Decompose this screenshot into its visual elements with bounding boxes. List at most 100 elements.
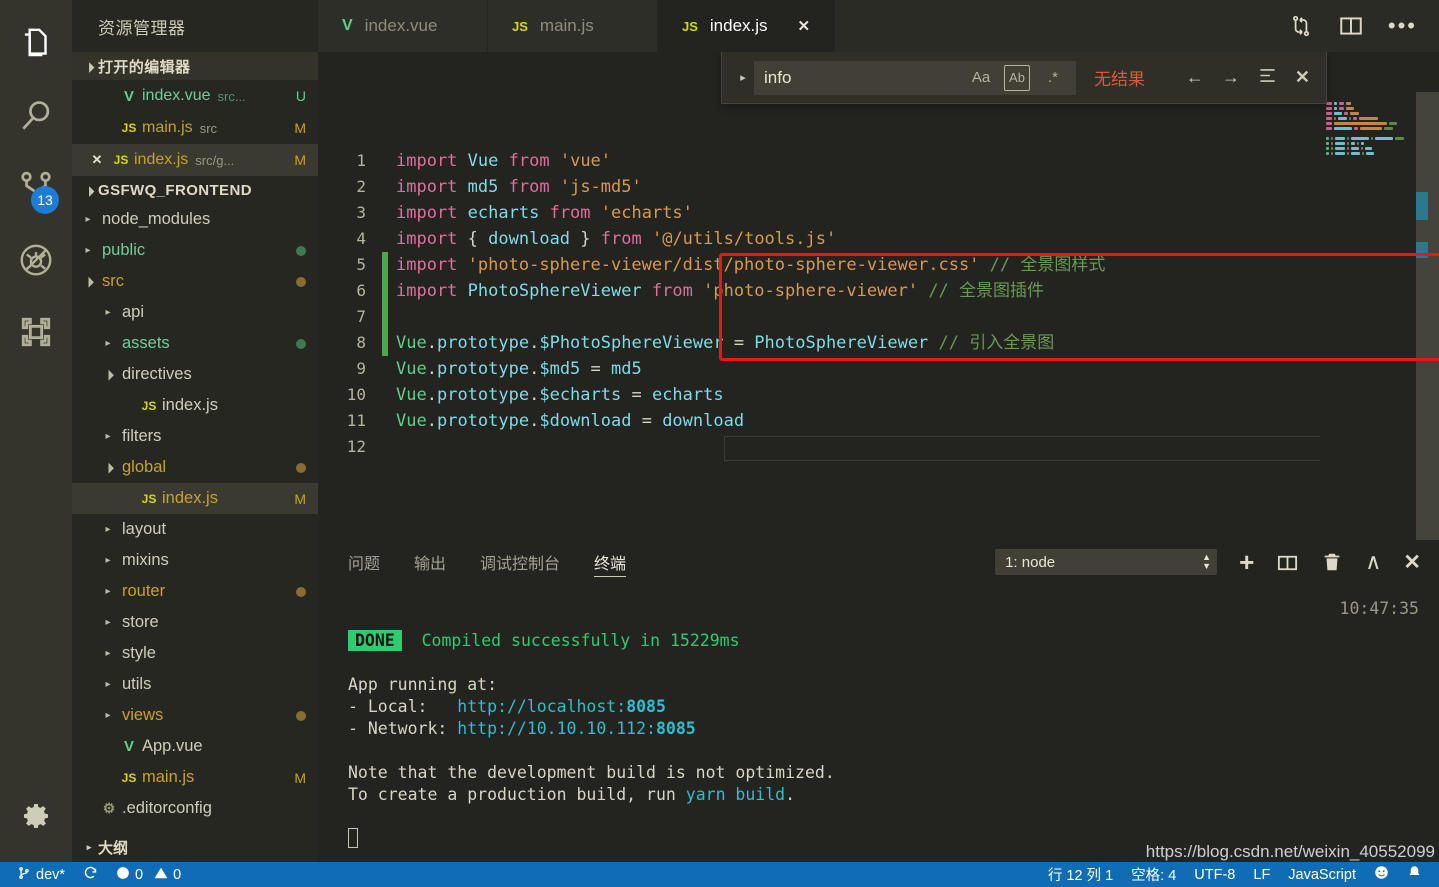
open-editor-index-js[interactable]: ✕ JS index.js src/g... M xyxy=(72,144,318,176)
match-case-icon[interactable]: Aa xyxy=(968,65,994,91)
tree-item-node-modules[interactable]: node_modules xyxy=(72,204,318,235)
tree-item-layout[interactable]: layout xyxy=(72,514,318,545)
chevron-right-icon[interactable] xyxy=(100,555,116,566)
new-terminal-icon[interactable]: + xyxy=(1239,549,1254,575)
arrow-right-icon[interactable]: → xyxy=(1222,67,1240,88)
terminal-select[interactable]: 1: node ▲ ▼ xyxy=(995,549,1218,575)
outline-section-header[interactable]: 大纲 xyxy=(72,832,318,862)
editor-group: V index.vue JS main.js JS index.js ✕ •••… xyxy=(318,0,1439,862)
more-actions-icon[interactable]: ••• xyxy=(1388,15,1417,37)
close-icon[interactable]: ✕ xyxy=(1295,67,1310,88)
whole-word-icon[interactable]: Ab xyxy=(1004,64,1030,91)
activitybar-item-run-and-debug[interactable] xyxy=(0,224,72,296)
arrow-left-icon[interactable]: ← xyxy=(1186,67,1204,88)
status-eol[interactable]: LF xyxy=(1244,862,1279,887)
chevron-right-icon[interactable] xyxy=(100,431,116,442)
status-branch[interactable]: dev* xyxy=(8,862,74,887)
chevron-right-icon[interactable] xyxy=(100,679,116,690)
activitybar-item-manage[interactable] xyxy=(0,780,72,852)
tree-item-app-vue[interactable]: V App.vue xyxy=(72,731,318,762)
line-number: 9 xyxy=(356,359,366,378)
tab-main-js[interactable]: JS main.js xyxy=(488,0,658,52)
activitybar-item-source-control[interactable]: 13 xyxy=(0,152,72,224)
editor-scrollbar[interactable] xyxy=(1416,52,1439,540)
tree-item-style[interactable]: style xyxy=(72,638,318,669)
status-notifications[interactable] xyxy=(1398,862,1431,887)
minimap-token xyxy=(1326,152,1330,155)
find-input[interactable]: info Aa Ab .* xyxy=(754,60,1076,95)
status-language[interactable]: JavaScript xyxy=(1279,862,1365,887)
status-indentation[interactable]: 空格: 4 xyxy=(1122,862,1185,887)
collapse-panel-icon[interactable]: ∧ xyxy=(1365,549,1381,575)
tree-item-index-js[interactable]: JS index.js M xyxy=(72,483,318,514)
regex-icon[interactable]: .* xyxy=(1040,65,1066,91)
tree-item-utils[interactable]: utils xyxy=(72,669,318,700)
status-line-col[interactable]: 行 12 列 1 xyxy=(1039,862,1122,887)
chevron-right-icon[interactable]: ▸ xyxy=(732,71,754,84)
chevron-down-icon[interactable] xyxy=(80,276,96,287)
close-icon[interactable]: ✕ xyxy=(798,17,811,35)
activitybar-item-extensions[interactable] xyxy=(0,296,72,368)
chevron-down-icon[interactable] xyxy=(100,462,116,473)
open-editor-status: U xyxy=(295,88,306,104)
panel-tab-debug-console[interactable]: 调试控制台 xyxy=(480,540,560,584)
selection-find-icon[interactable] xyxy=(1258,66,1277,90)
chevron-right-icon[interactable] xyxy=(100,648,116,659)
status-error-count: 0 xyxy=(135,866,144,883)
open-editors-label: 打开的编辑器 xyxy=(98,58,191,76)
split-editor-icon[interactable] xyxy=(1338,13,1364,39)
chevron-right-icon[interactable] xyxy=(100,586,116,597)
status-encoding[interactable]: UTF-8 xyxy=(1185,862,1244,887)
chevron-right-icon[interactable] xyxy=(100,338,116,349)
tab-index-vue[interactable]: V index.vue xyxy=(318,0,488,52)
tree-item-api[interactable]: api xyxy=(72,297,318,328)
chevron-right-icon[interactable] xyxy=(80,245,96,256)
open-editor-index-vue[interactable]: V index.vue src... U xyxy=(72,80,318,112)
tree-item-router[interactable]: router xyxy=(72,576,318,607)
terminal-output[interactable]: DONE Compiled successfully in 15229ms 10:… xyxy=(318,584,1439,872)
status-problems[interactable]: 0 0 xyxy=(107,862,190,887)
close-panel-icon[interactable]: ✕ xyxy=(1403,550,1421,575)
minimap[interactable] xyxy=(1320,52,1416,540)
tree-item-global[interactable]: global xyxy=(72,452,318,483)
tree-item-src[interactable]: src xyxy=(72,266,318,297)
chevron-right-icon[interactable] xyxy=(80,214,96,225)
chevron-right-icon[interactable] xyxy=(100,617,116,628)
tab-index-js[interactable]: JS index.js ✕ xyxy=(658,0,836,52)
kill-terminal-icon[interactable] xyxy=(1321,551,1343,573)
activitybar-item-search[interactable] xyxy=(0,80,72,152)
minimap-token xyxy=(1334,107,1338,110)
tree-item-views[interactable]: views xyxy=(72,700,318,731)
tree-item-directives[interactable]: directives xyxy=(72,359,318,390)
chevron-down-icon[interactable] xyxy=(100,369,116,380)
tree-item-label: directives xyxy=(122,365,192,383)
tree-item-public[interactable]: public xyxy=(72,235,318,266)
terminal-network-url[interactable]: http://10.10.10.112: xyxy=(457,719,656,738)
chevron-right-icon[interactable] xyxy=(100,710,116,721)
chevron-right-icon[interactable] xyxy=(100,307,116,318)
tree-item-store[interactable]: store xyxy=(72,607,318,638)
status-feedback[interactable] xyxy=(1365,862,1398,887)
tree-item-filters[interactable]: filters xyxy=(72,421,318,452)
panel-tab-terminal[interactable]: 终端 xyxy=(594,540,627,584)
close-icon[interactable]: ✕ xyxy=(86,152,108,168)
tree-item-main-js[interactable]: JS main.js M xyxy=(72,762,318,793)
tree-item--editorconfig[interactable]: ⚙ .editorconfig xyxy=(72,793,318,824)
open-editor-main-js[interactable]: JS main.js src M xyxy=(72,112,318,144)
panel-tab-problems[interactable]: 问题 xyxy=(348,540,380,584)
project-header[interactable]: GSFWQ_FRONTEND xyxy=(72,176,318,204)
tree-item-mixins[interactable]: mixins xyxy=(72,545,318,576)
split-merge-icon[interactable] xyxy=(1288,13,1314,39)
open-editors-header[interactable]: 打开的编辑器 xyxy=(72,52,318,80)
chevron-right-icon[interactable] xyxy=(100,524,116,535)
terminal-local-url[interactable]: http://localhost: xyxy=(457,697,626,716)
split-terminal-icon[interactable] xyxy=(1276,551,1299,574)
panel-tab-output[interactable]: 输出 xyxy=(414,540,446,584)
status-sync[interactable] xyxy=(74,862,107,887)
find-widget[interactable]: ▸ info Aa Ab .* 无结果 ← → ✕ xyxy=(721,52,1327,104)
tree-item-index-js[interactable]: JS index.js xyxy=(72,390,318,421)
activitybar-item-explorer[interactable] xyxy=(0,8,72,80)
tree-item-assets[interactable]: assets xyxy=(72,328,318,359)
code-content[interactable]: 1 import Vue from 'vue' 2 import md5 from '… xyxy=(318,52,1439,540)
